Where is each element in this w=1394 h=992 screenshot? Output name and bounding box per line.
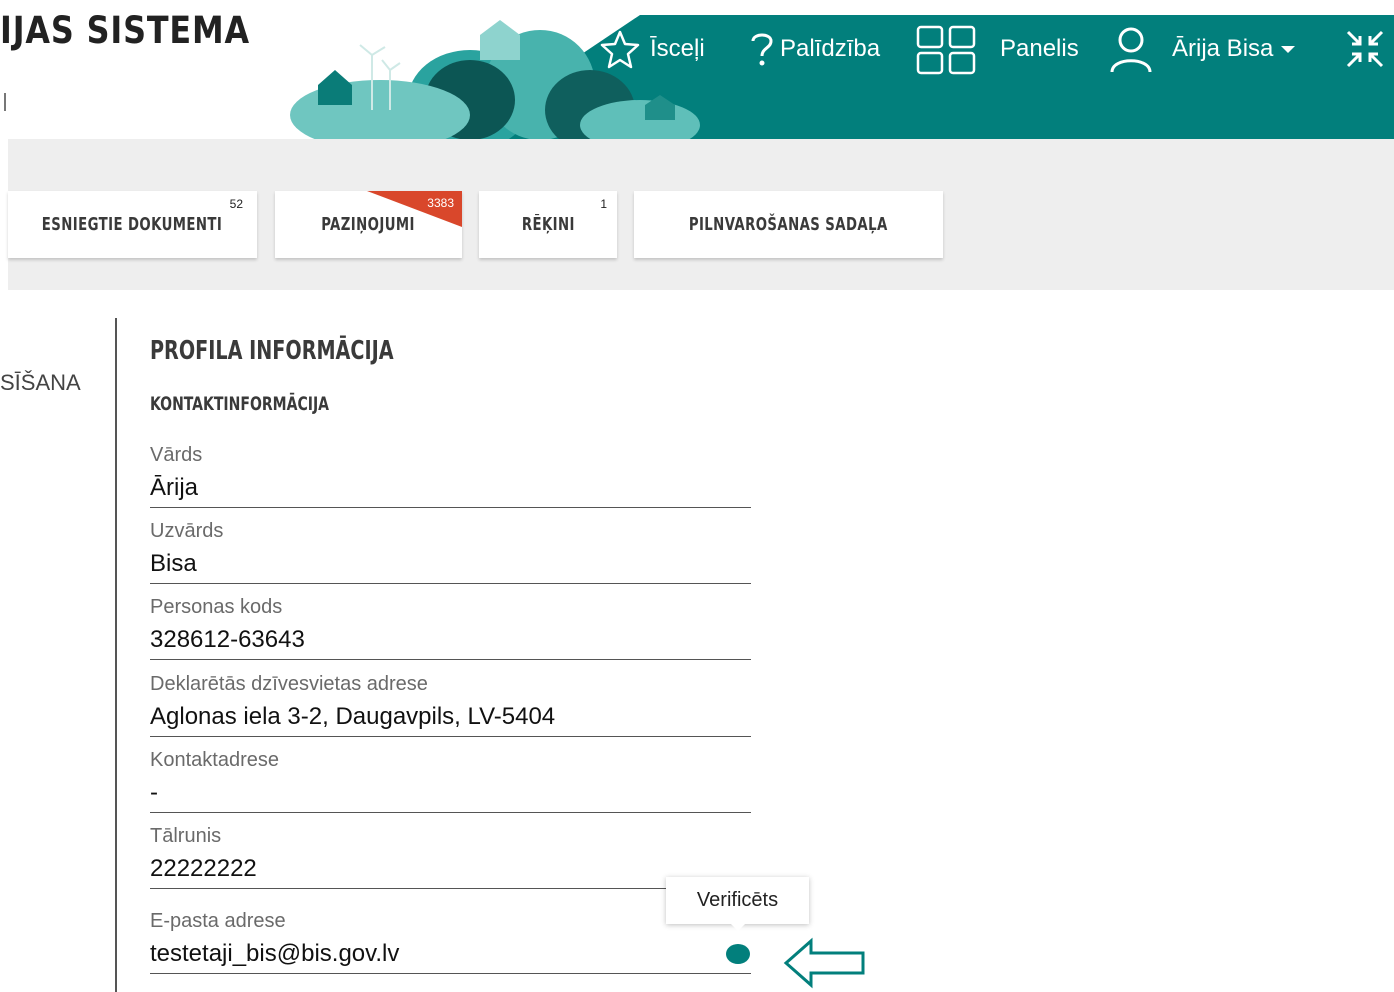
field-label: Deklarētās dzīvesvietas adrese [150,673,428,695]
field-label: Tālrunis [150,825,222,847]
tab-invoices[interactable]: RĒĶINI 1 [479,191,617,258]
field-personal-code: Personas kods 328612-63643 [150,596,751,664]
tab-notifications[interactable]: 3383 PAZIŅOJUMI [275,191,462,258]
nav-shortcuts[interactable]: Īsceļi [598,21,705,77]
field-last-name: Uzvārds Bisa [150,520,751,588]
field-value: Bisa [150,550,197,577]
verified-status-dot[interactable] [726,944,750,964]
field-label: Vārds [150,444,203,466]
field-label: Personas kods [150,596,283,618]
tab-submitted-documents-label: ESNIEGTIE DOKUMENTI [42,214,223,235]
tab-submitted-documents[interactable]: ESNIEGTIE DOKUMENTI 52 [8,191,257,258]
tab-authorization-section[interactable]: PILNVAROŠANAS SADAĻA [634,191,943,258]
app-header: IJAS SISTĒMA Īsceļi Palīdzība Panelis Ār… [0,15,1394,139]
field-value: - [150,779,158,806]
field-contact-address: Kontaktadrese - [150,749,751,817]
tab-invoices-label: RĒĶINI [521,214,575,235]
top-nav: Īsceļi Palīdzība Panelis Ārija Bisa [0,15,1394,85]
field-value: testetaji_bis@bis.gov.lv [150,940,400,967]
field-value: Ārija [150,474,199,501]
field-underline [150,812,751,813]
sidebar-item[interactable]: SĪŠANA [0,370,81,396]
field-declared-address: Deklarētās dzīvesvietas adrese Aglonas i… [150,673,751,741]
section-title: KONTAKTINFORMĀCIJA [150,393,330,415]
tab-invoices-count: 1 [600,197,607,211]
field-first-name: Vārds Ārija [150,444,751,512]
nav-dashboard-label: Panelis [1000,35,1079,62]
field-underline [150,973,751,974]
field-underline [150,507,751,508]
star-icon [600,30,640,69]
tooltip-pointer [729,922,747,931]
field-label: Uzvārds [150,520,224,542]
nav-help-label: Palīdzība [780,35,881,62]
notification-count: 3383 [427,196,454,210]
nav-user-menu[interactable]: Ārija Bisa [1108,21,1297,77]
tab-notifications-label: PAZIŅOJUMI [321,214,416,235]
field-underline [150,659,751,660]
field-underline [150,736,751,737]
dashboard-icon [916,25,976,75]
field-label: E-pasta adrese [150,910,286,932]
nav-help[interactable]: Palīdzība [748,21,880,77]
field-value: Aglonas iela 3-2, Daugavpils, LV-5404 [150,703,556,730]
field-label: Kontaktadrese [150,749,279,771]
field-value: 22222222 [150,855,257,882]
collapse-button[interactable] [1344,21,1386,77]
user-icon [1110,27,1152,73]
brand-divider [4,93,6,111]
chevron-down-icon [1281,46,1296,53]
page-title: PROFILA INFORMĀCIJA [150,336,394,366]
tab-authorization-section-label: PILNVAROŠANAS SADAĻA [689,214,888,235]
nav-dashboard[interactable]: Panelis [916,21,1079,77]
tab-submitted-documents-count: 52 [229,197,243,211]
field-value: 328612-63643 [150,626,305,653]
nav-shortcuts-label: Īsceļi [650,35,705,62]
sidebar-divider [115,318,117,992]
arrow-left-icon [783,937,865,989]
field-email: E-pasta adrese testetaji_bis@bis.gov.lv [150,910,751,978]
field-phone: Tālrunis 22222222 [150,825,751,893]
verified-tooltip: Verificēts [666,877,809,924]
field-underline [150,888,751,889]
field-underline [150,583,751,584]
help-icon [751,33,773,66]
collapse-icon [1346,30,1384,68]
nav-user-label: Ārija Bisa [1172,35,1274,62]
